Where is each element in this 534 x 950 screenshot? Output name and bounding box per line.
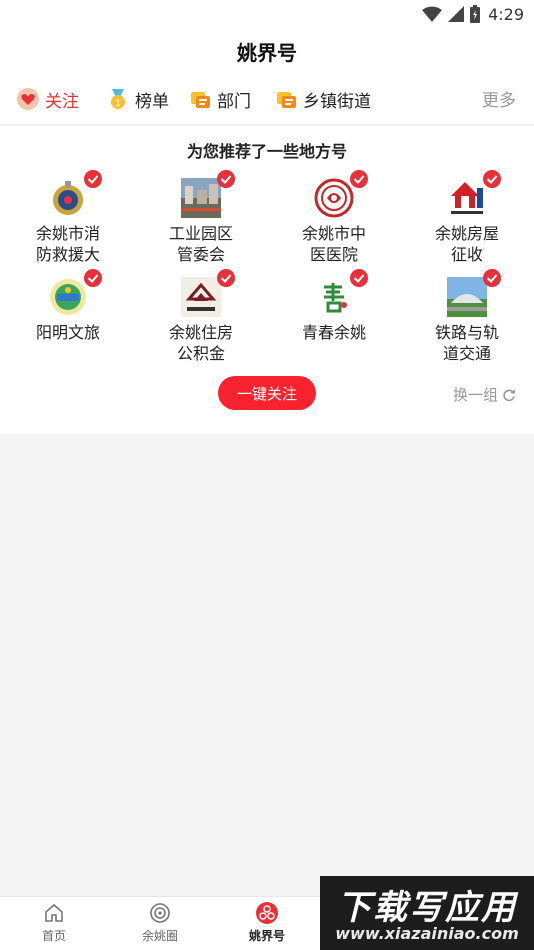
fire-rescue-emblem-icon — [48, 170, 102, 218]
title-bar: 姚界号 — [0, 28, 534, 74]
recommendation-title: 为您推荐了一些地方号 — [186, 144, 347, 161]
tab-follow-label: 关注 — [45, 91, 79, 111]
tab-ranking-label: 榜单 — [135, 91, 169, 111]
watermark-title: 下载写应用 — [337, 888, 517, 928]
home-icon — [45, 903, 63, 922]
account-card[interactable]: 工业园区 管委会 — [141, 170, 261, 266]
account-card[interactable]: 余姚市消 防救援大 — [8, 170, 128, 266]
watermark: 下载写应用 www.xiazainiao.com — [320, 876, 534, 950]
account-name: 余姚市消 防救援大 — [35, 226, 100, 264]
nav-yaojie-label: 姚界号 — [248, 929, 285, 943]
heart-badge-icon — [17, 88, 39, 110]
refresh-label: 换一组 — [452, 388, 498, 404]
tab-follow[interactable]: 关注 — [16, 86, 79, 112]
account-name: 余姚住房 公积金 — [168, 325, 233, 363]
yaojie-logo-icon — [256, 902, 278, 924]
check-icon[interactable] — [350, 170, 368, 188]
account-card[interactable]: 青春余姚 — [274, 269, 394, 344]
check-icon[interactable] — [84, 269, 102, 287]
account-name: 铁路与轨 道交通 — [434, 325, 499, 363]
government-house-icon — [447, 170, 501, 218]
battery-icon — [470, 5, 481, 23]
account-name: 青春余姚 — [301, 325, 366, 342]
category-tabs: 关注 1 榜单 部门 乡镇街道 更多 — [0, 74, 534, 125]
check-icon[interactable] — [217, 269, 235, 287]
tab-towns-streets[interactable]: 乡镇街道 — [274, 86, 371, 112]
account-card[interactable]: 余姚市中 医医院 — [274, 170, 394, 266]
watermark-url: www.xiazainiao.com — [335, 924, 519, 943]
medal-icon: 1 — [111, 89, 125, 109]
more-link[interactable]: 更多 — [482, 86, 516, 111]
account-card[interactable]: 余姚住房 公积金 — [141, 269, 261, 365]
account-name: 工业园区 管委会 — [168, 226, 233, 264]
nav-home-label: 首页 — [41, 929, 66, 943]
flag-chat-icon — [277, 92, 296, 108]
check-icon[interactable] — [350, 269, 368, 287]
nav-home[interactable]: 首页 — [14, 901, 94, 944]
account-card[interactable]: 阳明文旅 — [8, 269, 128, 344]
nav-yuyao-circle-label: 余姚圈 — [141, 929, 178, 943]
tab-departments-label: 部门 — [217, 91, 251, 111]
refresh-icon — [503, 389, 515, 401]
wifi-icon — [422, 6, 443, 22]
tcm-hospital-seal-icon — [314, 170, 368, 218]
status-bar: 4:29 — [0, 0, 534, 28]
housing-fund-logo-icon — [181, 269, 235, 317]
account-name: 余姚房屋 征收 — [434, 226, 499, 264]
account-card[interactable]: 余姚房屋 征收 — [407, 170, 527, 266]
check-icon[interactable] — [483, 269, 501, 287]
refresh-button[interactable]: 换一组 — [453, 384, 516, 405]
circle-target-icon — [150, 903, 170, 923]
tab-departments[interactable]: 部门 — [188, 86, 251, 112]
status-time: 4:29 — [488, 4, 524, 24]
account-card[interactable]: 铁路与轨 道交通 — [407, 269, 527, 365]
industrial-park-photo-icon — [181, 170, 235, 218]
follow-all-button[interactable]: 一键关注 — [218, 376, 316, 410]
tab-ranking[interactable]: 1 榜单 — [106, 86, 169, 112]
svg-text:1: 1 — [115, 99, 121, 109]
nav-yaojie[interactable]: 姚界号 — [227, 901, 307, 944]
tab-towns-streets-label: 乡镇街道 — [303, 91, 371, 111]
recommendation-panel: 为您推荐了一些地方号 余姚市消 防救援大 工业园区 管委会 余姚市中 医医院 余… — [0, 126, 534, 434]
check-icon[interactable] — [84, 170, 102, 188]
check-icon[interactable] — [483, 170, 501, 188]
signal-icon — [448, 6, 465, 22]
railway-station-photo-icon — [447, 269, 501, 317]
flag-chat-icon — [191, 92, 210, 108]
account-name: 余姚市中 医医院 — [301, 226, 366, 264]
youth-calligraphy-icon — [314, 269, 368, 317]
culture-tourism-emblem-icon — [48, 269, 102, 317]
check-icon[interactable] — [217, 170, 235, 188]
account-name: 阳明文旅 — [35, 325, 100, 342]
page-title: 姚界号 — [237, 42, 297, 65]
nav-yuyao-circle[interactable]: 余姚圈 — [120, 901, 200, 944]
status-icons: 4:29 — [422, 3, 524, 25]
